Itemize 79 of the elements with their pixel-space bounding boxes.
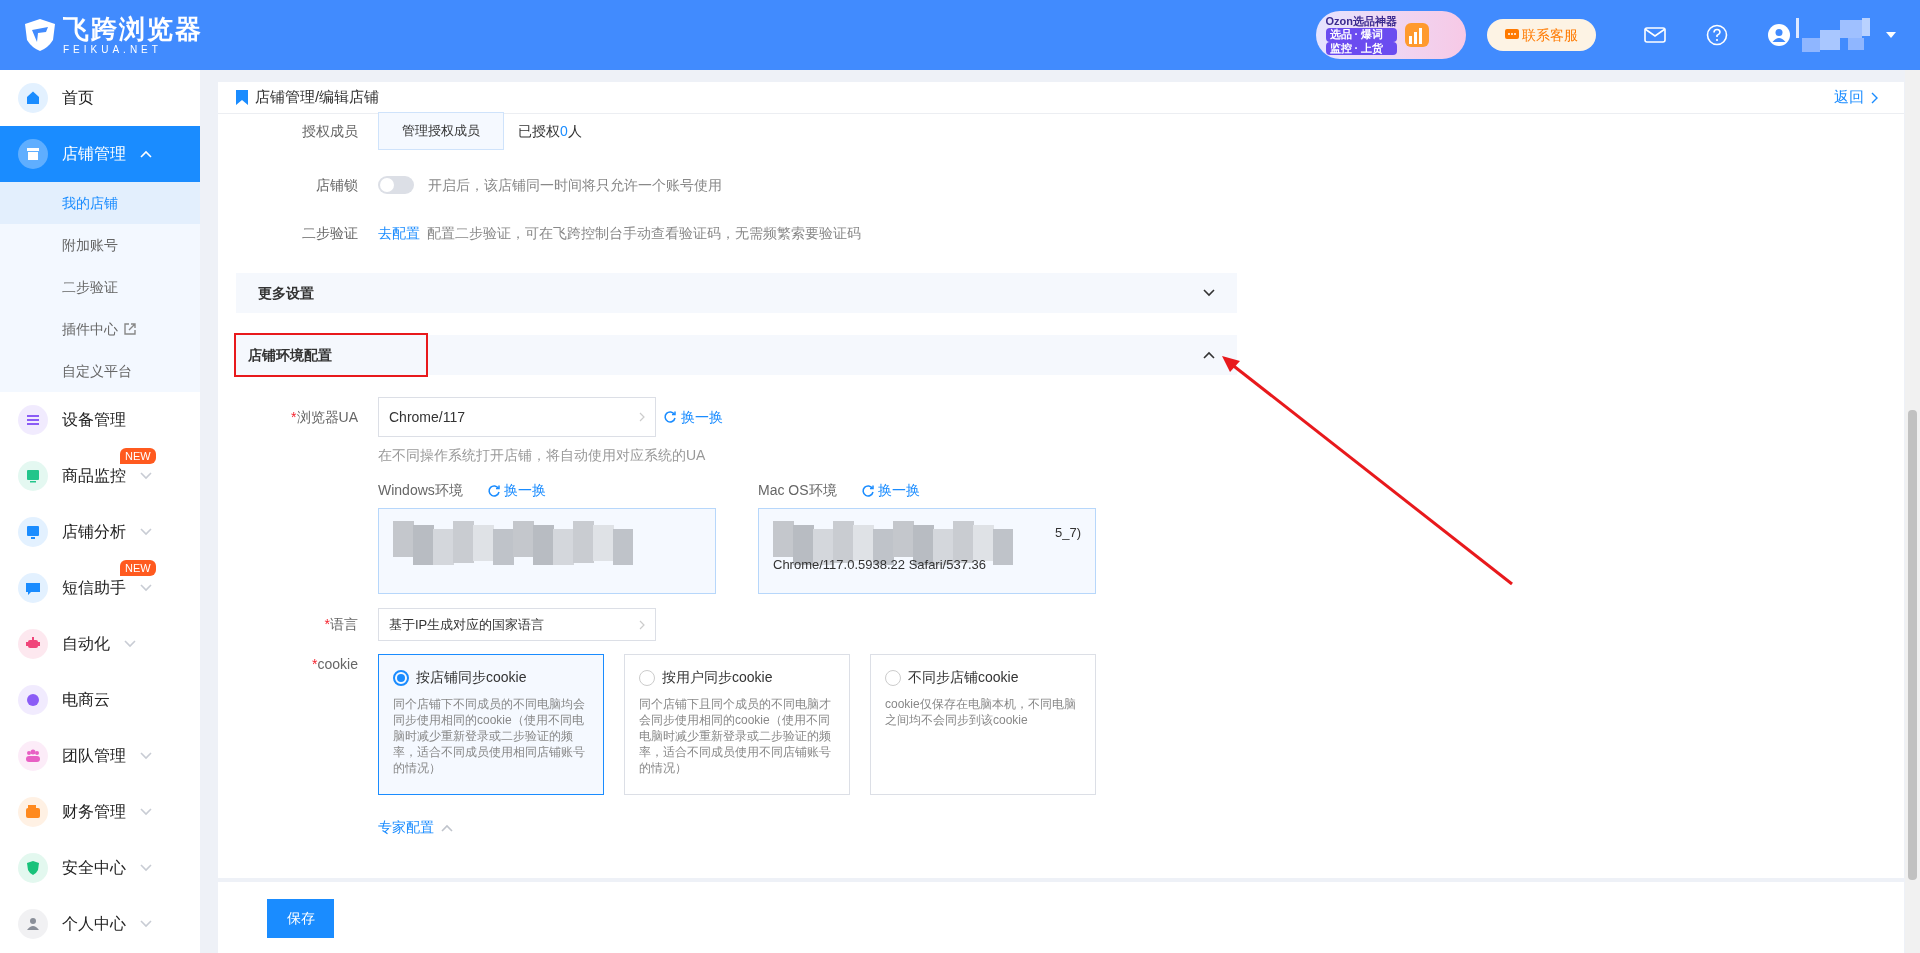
refresh-icon[interactable]: [860, 483, 875, 498]
ua-select[interactable]: Chrome/117: [378, 397, 656, 437]
sidebar-item[interactable]: 店铺分析: [0, 504, 200, 560]
scrollbar[interactable]: [1905, 70, 1920, 953]
section-header[interactable]: 店铺环境配置: [236, 335, 1237, 375]
chevron-right-icon: [1871, 91, 1878, 104]
submenu-item[interactable]: 插件中心: [0, 308, 200, 350]
promo-tag: 选品 · 爆词: [1325, 28, 1397, 42]
field-label: 店铺锁: [315, 175, 359, 195]
refresh-icon[interactable]: [663, 410, 677, 424]
language-select[interactable]: 基于IP生成对应的国家语言: [378, 608, 656, 641]
required-mark: *: [291, 407, 297, 427]
mail-icon[interactable]: [1644, 27, 1666, 43]
logo-title: 飞跨浏览器: [63, 15, 203, 42]
refresh-link[interactable]: 换一换: [860, 480, 921, 501]
submenu-item[interactable]: 附加账号: [0, 224, 200, 266]
promo-banner[interactable]: Ozon选品神器 选品 · 爆词 监控 · 上货: [1315, 11, 1466, 59]
option-description: 同个店铺下不同成员的不同电脑均会同步使用相同的cookie（使用不同电脑时减少重新登录或二步验证的频率，适合不同成员使用相同店铺账号的情况）: [393, 696, 586, 776]
field-label: cookie: [317, 655, 358, 674]
logo-subtitle: FEIKUA.NET: [63, 44, 163, 55]
member-count-text: 已授权0人: [518, 121, 582, 141]
user-avatar-icon[interactable]: [1768, 24, 1790, 46]
external-link-icon[interactable]: [124, 323, 136, 335]
bookmark-icon: [236, 90, 248, 105]
toggle-switch[interactable]: [378, 176, 414, 194]
ua-text: Chrome/117.0.5938.22 Safari/537.36: [773, 556, 987, 574]
sidebar-item[interactable]: 团队管理: [0, 728, 200, 784]
refresh-icon[interactable]: [486, 483, 501, 498]
new-badge: NEW: [120, 560, 156, 576]
option-title: 按用户同步cookie: [662, 668, 773, 687]
field-label: 授权成员: [301, 121, 359, 141]
chat-icon: [1504, 29, 1519, 41]
chevron-down-icon[interactable]: [1203, 289, 1215, 297]
sidebar-item[interactable]: 首页: [0, 70, 200, 126]
cookie-option-card[interactable]: 按店铺同步cookie 同个店铺下不同成员的不同电脑均会同步使用相同的cookie（使用不同电脑时减少重新登录或二步验证的频率，适合不同成员使用相同店铺账号的情况）: [378, 654, 604, 795]
field-label: 语言: [330, 615, 358, 634]
help-icon[interactable]: [1706, 24, 1728, 46]
new-badge: NEW: [120, 448, 156, 464]
section-title: 更多设置: [258, 283, 314, 303]
refresh-link[interactable]: 换一换: [663, 406, 723, 428]
chevron-right-icon: [639, 619, 645, 630]
submenu-item[interactable]: 自定义平台: [0, 350, 200, 392]
hint-text: 开启后，该店铺同一时间将只允许一个账号使用: [428, 175, 722, 195]
env-label: Windows环境: [378, 481, 463, 500]
env-label: Mac OS环境: [758, 481, 837, 500]
required-mark: *: [324, 615, 330, 634]
breadcrumb: 店铺管理/编辑店铺: [255, 87, 380, 108]
required-mark: *: [312, 655, 318, 674]
sidebar-item[interactable]: 设备管理: [0, 392, 200, 448]
chevron-right-icon: [639, 412, 645, 422]
radio-button[interactable]: [393, 669, 409, 686]
option-description: cookie仅保存在电脑本机，不同电脑之间均不会同步到该cookie: [885, 696, 1077, 728]
sidebar-item[interactable]: 财务管理: [0, 784, 200, 840]
sidebar-item[interactable]: 安全中心: [0, 840, 200, 896]
sidebar-item[interactable]: 个人中心: [0, 896, 200, 952]
option-title: 按店铺同步cookie: [416, 668, 527, 687]
submenu-item[interactable]: 二步验证: [0, 266, 200, 308]
hint-text: 配置二步验证，可在飞跨控制台手动查看验证码，无需频繁索要验证码: [427, 223, 861, 243]
sidebar-item[interactable]: 自动化: [0, 616, 200, 672]
field-label: 二步验证: [301, 223, 359, 243]
promo-title: Ozon选品神器: [1325, 15, 1397, 28]
manage-members-button[interactable]: 管理授权成员: [378, 112, 504, 150]
chart-icon: [1404, 22, 1430, 48]
section-title: 店铺环境配置: [236, 335, 426, 375]
section-header[interactable]: 更多设置: [236, 273, 1237, 313]
option-description: 同个店铺下且同个成员的不同电脑才会同步使用相同的cookie（使用不同电脑时减少重新登录或二步验证的频率，适合不同成员使用不同店铺账号的情况）: [639, 696, 832, 776]
configure-link[interactable]: 去配置: [378, 222, 420, 244]
hint-text: 在不同操作系统打开店铺，将自动使用对应系统的UA: [378, 446, 706, 465]
expert-config-link[interactable]: 专家配置: [378, 817, 453, 838]
cookie-option-card[interactable]: 按用户同步cookie 同个店铺下且同个成员的不同电脑才会同步使用相同的cookie（使用不同电脑时减少重新登录或二步验证的频率，适合不同成员使用不同店铺账号的情况）: [624, 654, 850, 795]
refresh-link[interactable]: 换一换: [486, 480, 547, 501]
ua-text: 5_7): [1054, 524, 1081, 542]
shield-logo-icon: [24, 18, 56, 52]
field-label: 浏览器UA: [296, 407, 358, 427]
cookie-option-card[interactable]: 不同步店铺cookie cookie仅保存在电脑本机，不同电脑之间均不会同步到该cookie: [870, 654, 1096, 795]
option-title: 不同步店铺cookie: [908, 668, 1019, 687]
sidebar-item[interactable]: 电商云: [0, 672, 200, 728]
chevron-up-icon[interactable]: [1203, 351, 1215, 359]
caret-icon[interactable]: [1886, 32, 1896, 38]
